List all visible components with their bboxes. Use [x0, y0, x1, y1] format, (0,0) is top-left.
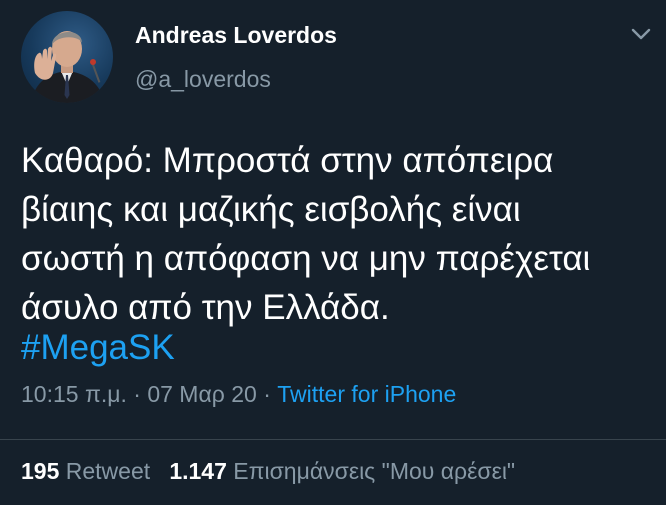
retweets-count: 195	[21, 458, 60, 484]
tweet-date[interactable]: 07 Μαρ 20	[147, 381, 257, 407]
avatar[interactable]	[21, 11, 113, 103]
author-handle[interactable]: @a_loverdos	[135, 66, 271, 93]
tweet-text-line: βίαιης και μαζικής εισβολής είναι	[21, 190, 521, 229]
author-name[interactable]: Andreas Loverdos	[135, 22, 337, 49]
likes-stat[interactable]: 1.147 Επισημάνσεις "Μου αρέσει"	[169, 458, 515, 484]
tweet-time[interactable]: 10:15 π.μ.	[21, 381, 127, 407]
chevron-down-icon[interactable]	[630, 26, 652, 42]
tweet-text-line: Καθαρό: Μπροστά στην απόπειρα	[21, 141, 554, 180]
retweets-label: Retweet	[65, 458, 151, 484]
tweet-stats: 195 Retweet 1.147 Επισημάνσεις "Μου αρέσ…	[21, 458, 515, 485]
meta-separator: ·	[263, 381, 271, 407]
likes-count: 1.147	[169, 458, 227, 484]
hashtag-link[interactable]: #MegaSK	[21, 323, 175, 372]
tweet-source-link[interactable]: Twitter for iPhone	[277, 381, 456, 407]
tweet-text-line: σωστή η απόφαση να μην παρέχεται	[21, 239, 591, 278]
tweet-meta: 10:15 π.μ. · 07 Μαρ 20 · Twitter for iPh…	[21, 381, 456, 408]
tweet-text: Καθαρό: Μπροστά στην απόπειρα βίαιης και…	[21, 136, 651, 332]
avatar-photo	[31, 31, 105, 103]
divider	[0, 439, 666, 440]
retweets-stat[interactable]: 195 Retweet	[21, 458, 150, 484]
meta-separator: ·	[133, 381, 141, 407]
likes-label: Επισημάνσεις "Μου αρέσει"	[233, 458, 516, 484]
